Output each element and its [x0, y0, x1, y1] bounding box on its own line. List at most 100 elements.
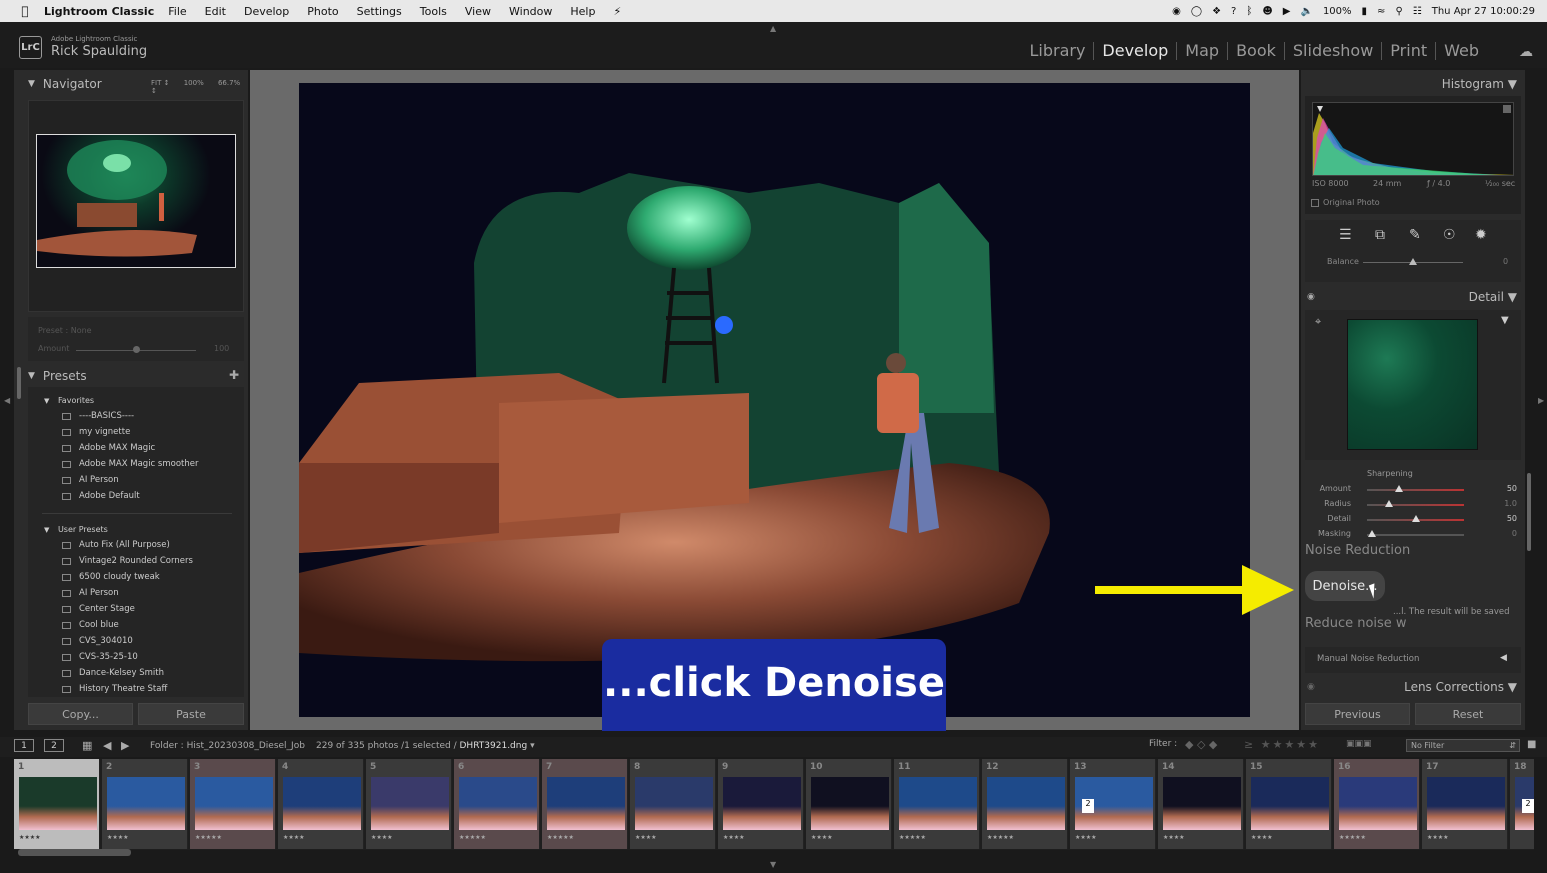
filmstrip-scrollbar[interactable] — [18, 849, 131, 856]
left-panel-scrollbar[interactable] — [17, 367, 21, 399]
add-preset-icon[interactable]: ✚ — [229, 368, 239, 382]
preset-item[interactable]: Cool blue — [62, 620, 119, 630]
edit-sliders-icon[interactable]: ☰ — [1339, 227, 1352, 243]
module-library[interactable]: Library — [1021, 42, 1095, 60]
play-icon[interactable]: ▶ — [1283, 6, 1291, 17]
source-folder[interactable]: Folder : Hist_20230308_Diesel_Job — [150, 741, 305, 751]
balance-knob[interactable] — [1409, 258, 1417, 265]
cloud-sync-icon[interactable]: ☁ — [1519, 44, 1533, 60]
spotlight-icon[interactable]: ⚲ — [1395, 6, 1402, 17]
preset-amount-knob[interactable] — [133, 346, 140, 353]
left-panel-toggle-icon[interactable]: ◀ — [4, 396, 10, 405]
redeye-icon[interactable]: ☉ — [1443, 227, 1456, 243]
filmstrip-thumbnail[interactable]: ⎘ — [107, 777, 185, 830]
menu-help[interactable]: Help — [570, 5, 595, 18]
filmstrip-cell[interactable]: 11 ⎘ ★★★★★ — [894, 759, 980, 849]
sharpen-amount-slider[interactable] — [1367, 489, 1464, 491]
filmstrip-thumbnail[interactable]: ⎘ — [371, 777, 449, 830]
filmstrip-cell[interactable]: 16 ⎘ ★★★★★ — [1334, 759, 1420, 849]
zoom-100[interactable]: 100% — [184, 79, 204, 87]
filmstrip-thumbnail[interactable]: ⎘ — [1251, 777, 1329, 830]
balance-value[interactable]: 0 — [1503, 257, 1508, 266]
zoom-fit[interactable]: FIT ↕ — [151, 79, 169, 87]
menu-file[interactable]: File — [168, 5, 186, 18]
preset-item[interactable]: 6500 cloudy tweak — [62, 572, 160, 582]
bottom-panel-toggle-icon[interactable]: ▼ — [770, 860, 776, 869]
preset-item[interactable]: CVS-35-25-10 — [62, 652, 138, 662]
eye-icon[interactable]: ◉ — [1307, 292, 1315, 302]
preset-item[interactable]: my vignette — [62, 427, 130, 437]
menu-window[interactable]: Window — [509, 5, 552, 18]
filmstrip-thumbnail[interactable]: ⎘ — [459, 777, 537, 830]
creative-cloud-icon[interactable]: ◯ — [1191, 6, 1202, 17]
manual-nr-label[interactable]: Manual Noise Reduction — [1317, 654, 1419, 664]
target-icon[interactable]: ⌖ — [1315, 315, 1321, 329]
filmstrip-thumbnail[interactable]: ⎘ — [283, 777, 361, 830]
menubar-app-name[interactable]: Lightroom Classic — [44, 5, 154, 18]
filmstrip-cell[interactable]: 3 ⎘ ★★★★★ — [190, 759, 276, 849]
detail-panel-header[interactable]: Detail ▼ — [1469, 290, 1517, 304]
navigator-header[interactable]: ▼ Navigator — [28, 72, 102, 96]
preset-item[interactable]: Vintage2 Rounded Corners — [62, 556, 193, 566]
sharpen-masking-value[interactable]: 0 — [1512, 529, 1517, 538]
sharpen-detail-value[interactable]: 50 — [1507, 514, 1517, 523]
menu-tools[interactable]: Tools — [420, 5, 447, 18]
filter-lock-icon[interactable]: ■ — [1527, 739, 1536, 750]
preset-item[interactable]: Adobe MAX Magic — [62, 443, 155, 453]
menu-settings[interactable]: Settings — [357, 5, 402, 18]
sharpen-radius-knob[interactable] — [1385, 500, 1394, 507]
filmstrip-thumbnail[interactable]: ⎘ — [19, 777, 97, 830]
checkbox-icon[interactable] — [1311, 198, 1319, 207]
filmstrip-thumbnail[interactable]: ⎘ — [1339, 777, 1417, 830]
filter-dropdown[interactable]: No Filter ⇵ — [1406, 739, 1520, 752]
window-2-button[interactable]: 2 — [44, 739, 64, 752]
filmstrip-thumbnail[interactable]: 2⎘ — [1075, 777, 1153, 830]
battery-icon[interactable]: ▮ — [1362, 6, 1368, 17]
back-arrow-icon[interactable]: ◀ — [103, 739, 111, 752]
preset-item[interactable]: CVS_304010 — [62, 636, 133, 646]
filmstrip-thumbnail[interactable]: ⎘ — [547, 777, 625, 830]
filmstrip-cell[interactable]: 5 ⎘ ★★★★ — [366, 759, 452, 849]
apple-icon[interactable]:  — [16, 4, 34, 18]
sharpen-amount-value[interactable]: 50 — [1507, 484, 1517, 493]
filmstrip-cell[interactable]: 18 2⎘ — [1510, 759, 1534, 849]
preset-item[interactable]: Dance-Kelsey Smith — [62, 668, 164, 678]
help-icon[interactable]: ? — [1231, 6, 1236, 17]
main-photo[interactable] — [299, 83, 1250, 717]
datetime[interactable]: Thu Apr 27 10:00:29 — [1432, 6, 1535, 17]
filmstrip-cell[interactable]: 6 ⎘ ★★★★★ — [454, 759, 540, 849]
rating-filter-icon[interactable]: ≥ ★★★★★ — [1244, 738, 1320, 751]
filmstrip-cell[interactable]: 2 ⎘ ★★★★ — [102, 759, 188, 849]
filmstrip-cell[interactable]: 7 ⎘ ★★★★★ — [542, 759, 628, 849]
filmstrip-cell[interactable]: 15 ⎘ ★★★★ — [1246, 759, 1332, 849]
grid-view-icon[interactable]: ▦ — [82, 739, 92, 752]
filmstrip-thumbnail[interactable]: ⎘ — [1163, 777, 1241, 830]
filmstrip-thumbnail[interactable]: ⎘ — [723, 777, 801, 830]
menu-edit[interactable]: Edit — [205, 5, 226, 18]
menu-develop[interactable]: Develop — [244, 5, 289, 18]
sharpen-radius-value[interactable]: 1.0 — [1504, 499, 1517, 508]
filmstrip-cell[interactable]: 9 ⎘ ★★★★ — [718, 759, 804, 849]
sharpen-radius-slider[interactable] — [1367, 504, 1464, 506]
flag-filter-icon[interactable]: ◆ ◇ ◆ — [1185, 738, 1217, 751]
preset-item[interactable]: AI Person — [62, 588, 119, 598]
filmstrip-cell[interactable]: 4 ⎘ ★★★★ — [278, 759, 364, 849]
preset-group-user[interactable]: ▼ User Presets — [44, 525, 108, 534]
healing-icon[interactable]: ✎ — [1409, 227, 1421, 243]
filmstrip-thumbnail[interactable]: ⎘ — [987, 777, 1065, 830]
control-center-icon[interactable]: ☷ — [1413, 6, 1422, 17]
preset-group-favorites[interactable]: ▼ Favorites — [44, 396, 94, 405]
filmstrip-thumbnail[interactable]: ⎘ — [195, 777, 273, 830]
wifi-icon[interactable]: ≈ — [1377, 6, 1385, 17]
menu-view[interactable]: View — [465, 5, 491, 18]
dropbox-icon[interactable]: ❖ — [1212, 6, 1221, 17]
masking-icon[interactable]: ✹ — [1475, 227, 1487, 243]
module-slideshow[interactable]: Slideshow — [1285, 42, 1383, 60]
previous-button[interactable]: Previous — [1305, 703, 1410, 725]
sharpen-masking-knob[interactable] — [1367, 530, 1376, 537]
filmstrip-thumbnail[interactable]: ⎘ — [1427, 777, 1505, 830]
filmstrip-thumbnail[interactable]: ⎘ — [899, 777, 977, 830]
filmstrip-cell[interactable]: 17 ⎘ ★★★★ — [1422, 759, 1508, 849]
original-photo-toggle[interactable]: Original Photo — [1311, 198, 1380, 207]
expand-triangle-icon[interactable]: ◀ — [1500, 653, 1507, 663]
